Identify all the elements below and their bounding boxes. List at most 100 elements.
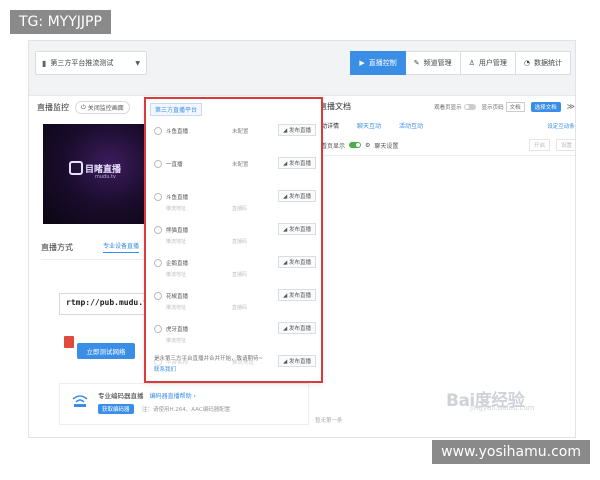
play-icon: ▶ [359, 59, 365, 67]
top-bar: ▮ 第三方平台推流测试 ▼ ▶ 直播控制 ✎ 频道管理 ♙ 用户管理 ◔ 数据统计 [29, 41, 575, 87]
user-icon: ♙ [468, 59, 475, 67]
nav-tab-label: 数据统计 [534, 59, 562, 67]
nav-tab-0[interactable]: ▶ 直播控制 [350, 51, 406, 75]
platform-name: 虎牙直播 [166, 327, 189, 333]
screenshot-canvas: ▮ 第三方平台推流测试 ▼ ▶ 直播控制 ✎ 频道管理 ♙ 用户管理 ◔ 数据统计 直播监控 … [0, 0, 600, 480]
video-logo-sub: mudu.tv [95, 174, 116, 180]
doc-page-label: 显示页码 [481, 104, 504, 111]
publish-live-button[interactable]: ◢ 发布直播 [278, 355, 316, 367]
collapse-chevron-icon[interactable]: ≫ [567, 102, 575, 111]
get-encoder-button[interactable]: 获取编码器 [98, 404, 134, 414]
encoder-title: 专业编码器直播 编码器直播帮助 › [98, 390, 196, 400]
nav-tab-3[interactable]: ◔ 数据统计 [515, 51, 571, 75]
power-icon: ⏻ [81, 103, 86, 111]
encoder-note: 注：请使用H.264、AAC编码器配置 [142, 407, 231, 413]
publish-live-button[interactable]: ◢ 发布直播 [278, 124, 316, 136]
channel-name: 第三方平台推流测试 [50, 59, 114, 67]
popup-header: 第三方直播平台 [150, 103, 203, 116]
platform-name: 花椒直播 [166, 294, 189, 300]
encoder-box: 专业编码器直播 编码器直播帮助 › 获取编码器 注：请使用H.264、AAC编码… [59, 383, 309, 425]
edit-icon: ✎ [413, 59, 420, 67]
platform-list: 斗鱼直播 未配置 ◢ 发布直播 一直播 未配置 ◢ 发布直播 斗鱼直播 推流地址 直播码 ◢ 发布… [152, 123, 318, 387]
publish-live-button[interactable]: ◢ 发布直播 [278, 190, 316, 202]
chat-settings-label[interactable]: 聊天设置 [374, 141, 398, 150]
tab-chat[interactable]: 聊天互动 [357, 121, 381, 130]
platform-status: 未配置 [232, 162, 249, 168]
nav-tab-1[interactable]: ✎ 频道管理 [405, 51, 461, 75]
stream-mode-title: 直播方式 [41, 242, 73, 252]
test-network-button[interactable]: 立即测试网络 [77, 343, 135, 359]
encoder-title-text: 专业编码器直播 [98, 392, 144, 400]
platform-name: 一直播 [166, 162, 183, 168]
video-preview: 目睹直播 mudu.tv [43, 124, 155, 224]
publish-live-button[interactable]: ◢ 发布直播 [278, 322, 316, 334]
encoder-help-link[interactable]: 编码器直播帮助 › [150, 393, 196, 400]
tab-pro-device[interactable]: 专业设备直播 [103, 241, 140, 253]
platform-sub-label-2: 直播码 [232, 206, 248, 212]
channel-select[interactable]: ▮ 第三方平台推流测试 ▼ [35, 51, 147, 75]
platform-name: 斗鱼直播 [166, 129, 189, 135]
doc-visibility: 观看页显示 [434, 103, 476, 111]
platform-radio-icon[interactable] [154, 193, 162, 201]
platform-sub-label-2: 直播码 [232, 272, 248, 278]
nav-tab-label: 频道管理 [423, 59, 452, 67]
platform-row: 虎牙直播推流地址 ◢ 发布直播 [152, 321, 318, 354]
publish-live-button[interactable]: ◢ 发布直播 [278, 256, 316, 268]
chat-visible-toggle[interactable] [349, 142, 362, 148]
platform-sub-label: 推流地址 [166, 338, 187, 344]
third-party-platform-popup: 第三方直播平台 斗鱼直播 未配置 ◢ 发布直播 一直播 未配置 ◢ 发布直播 斗鱼直播 推流地… [144, 97, 323, 383]
wifi-icon [72, 395, 88, 407]
platform-row: 企鹅直播推流地址 直播码 ◢ 发布直播 [152, 255, 318, 288]
platform-name: 企鹅直播 [166, 261, 189, 267]
interaction-tabs: 互动详情 聊天互动 活动互动 设定互动条› [315, 121, 575, 130]
chat-open-button[interactable]: 开启 [528, 139, 550, 151]
monitor-toggle-button[interactable]: ⏻ 关闭监控画面 [75, 101, 130, 114]
doc-title: 直播文档 [319, 102, 351, 111]
red-tag-icon [64, 336, 74, 348]
stats-icon: ◔ [523, 59, 530, 67]
platform-sub-label: 推流地址 [166, 239, 187, 245]
platform-radio-icon[interactable] [154, 325, 162, 333]
platform-radio-icon[interactable] [154, 127, 162, 135]
baidu-watermark-url: jingyan.baidu.com [470, 404, 535, 412]
doc-page-select[interactable]: 文档 [505, 101, 525, 112]
platform-radio-icon[interactable] [154, 226, 162, 234]
monitor-title: 直播监控 [37, 103, 69, 112]
folder-icon: ▮ [42, 58, 47, 68]
platform-status: 未配置 [232, 129, 249, 135]
platform-radio-icon[interactable] [154, 160, 162, 168]
platform-row: 斗鱼直播 推流地址 直播码 ◢ 发布直播 [152, 189, 318, 222]
interaction-settings-link[interactable]: 设定互动条› [547, 122, 575, 130]
publish-live-button[interactable]: ◢ 发布直播 [278, 157, 316, 169]
main-nav: ▶ 直播控制 ✎ 频道管理 ♙ 用户管理 ◔ 数据统计 [350, 51, 571, 75]
doc-visibility-toggle[interactable] [463, 103, 476, 110]
monitor-header: 直播监控 ⏻ 关闭监控画面 [37, 101, 130, 114]
platform-sub-label-2: 直播码 [232, 239, 248, 245]
chat-config-button[interactable]: 设置 [555, 139, 575, 151]
logo-play-icon [69, 161, 83, 175]
monitor-toggle-label: 关闭监控画面 [87, 105, 124, 112]
platform-row: 花椒直播 推流地址 直播码 ◢ 发布直播 [152, 288, 318, 321]
platform-row: 一直播 未配置 ◢ 发布直播 [152, 156, 318, 189]
platform-name: 熊猫直播 [166, 228, 189, 234]
platform-sub-label: 推流地址 [166, 272, 187, 278]
right-column: 直播文档 观看页显示 显示页码 文档 选择文档 ≫ 互动详情 聊天互动 活动互动… [309, 96, 575, 437]
platform-radio-icon[interactable] [154, 259, 162, 267]
tab-activity[interactable]: 活动互动 [399, 121, 423, 130]
watermark-top-left: TG: MYYJJPP [10, 10, 111, 34]
publish-live-button[interactable]: ◢ 发布直播 [278, 223, 316, 235]
platform-sub-label-2: 直播码 [232, 305, 248, 311]
platform-radio-icon[interactable] [154, 292, 162, 300]
platform-name: 斗鱼直播 [166, 195, 189, 201]
publish-live-button[interactable]: ◢ 发布直播 [278, 289, 316, 301]
select-doc-button[interactable]: 选择文档 [530, 101, 561, 112]
doc-page: 显示页码 文档 [481, 101, 525, 112]
gear-icon: ⚙ [365, 141, 371, 149]
caret-down-icon: ▼ [135, 59, 140, 67]
platform-row: 斗鱼直播 未配置 ◢ 发布直播 [152, 123, 318, 156]
contact-us-link[interactable]: 联系我们 [154, 365, 176, 373]
nav-tab-2[interactable]: ♙ 用户管理 [460, 51, 516, 75]
popup-footer-text: 是永第三方平台直播并合并开始，敬请期待~ [154, 356, 264, 362]
nav-tab-label: 用户管理 [478, 59, 507, 67]
chat-empty-text: 暂无第一条 [315, 418, 343, 424]
